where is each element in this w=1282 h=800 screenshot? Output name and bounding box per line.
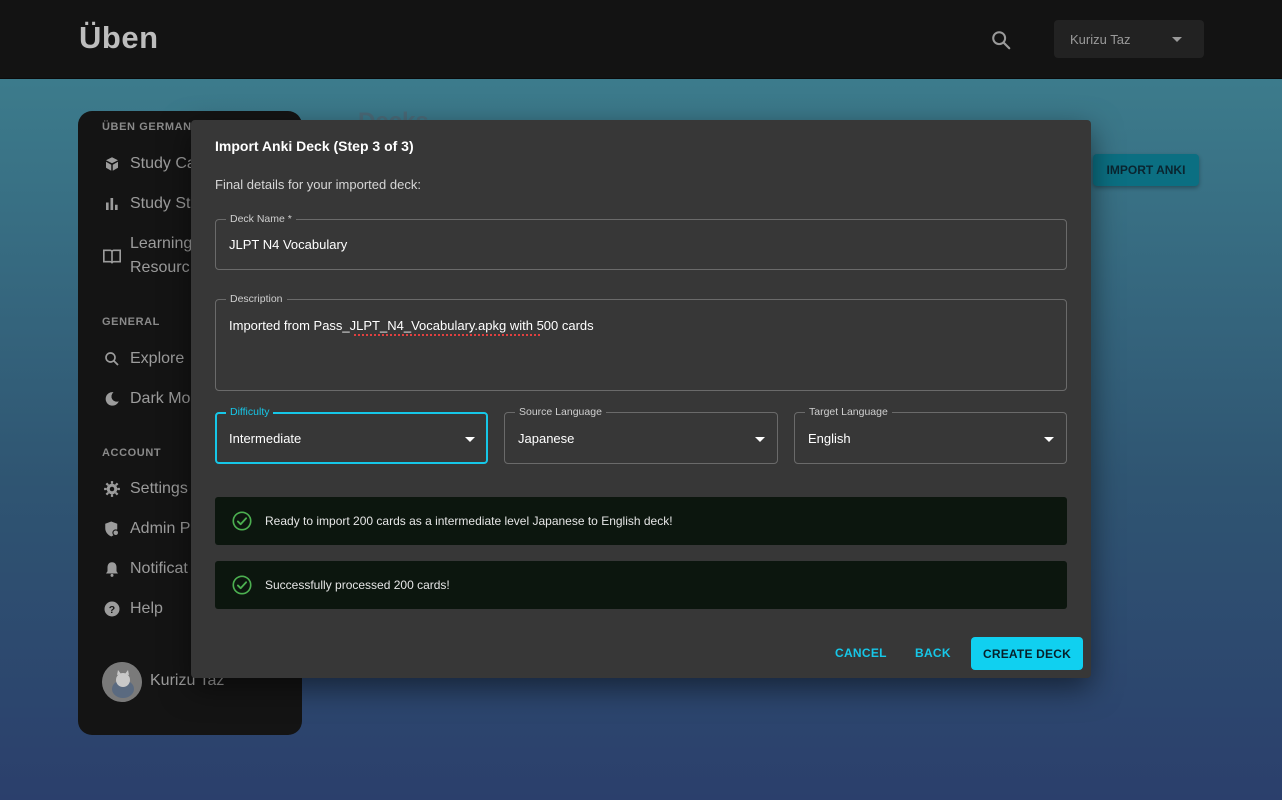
target-language-select[interactable]: Target Language English	[794, 405, 1067, 464]
check-circle-icon	[232, 511, 252, 531]
search-button[interactable]	[988, 27, 1014, 53]
learning-line2: Resourc	[130, 259, 190, 276]
svg-text:?: ?	[109, 604, 115, 616]
sidebar-item-label: Help	[130, 600, 163, 617]
spellcheck-underline	[354, 334, 542, 336]
sidebar-item-label: Notificat	[130, 560, 188, 577]
chevron-down-icon	[465, 437, 475, 442]
import-anki-button[interactable]: IMPORT ANKI	[1093, 154, 1199, 186]
sidebar-item-help[interactable]: ? Help	[102, 599, 163, 619]
description-value: Imported from Pass_JLPT_N4_Vocabulary.ap…	[229, 318, 594, 333]
success-alert: Successfully processed 200 cards!	[215, 561, 1067, 609]
avatar[interactable]	[102, 662, 142, 702]
dialog-title: Import Anki Deck (Step 3 of 3)	[215, 138, 414, 154]
target-language-label: Target Language	[805, 405, 892, 419]
sidebar-item-label: Study St	[130, 195, 191, 212]
dialog-subtitle: Final details for your imported deck:	[215, 177, 421, 192]
learning-line1: Learning	[130, 235, 193, 252]
gear-icon	[102, 479, 122, 499]
admin-shield-icon	[102, 519, 122, 539]
source-language-label: Source Language	[515, 405, 606, 419]
chevron-down-icon	[1172, 37, 1182, 42]
deck-name-field[interactable]: Deck Name * JLPT N4 Vocabulary	[215, 212, 1067, 270]
difficulty-select[interactable]: Difficulty Intermediate	[215, 405, 488, 464]
book-icon	[102, 246, 122, 266]
chevron-down-icon	[755, 437, 765, 442]
chevron-down-icon	[1044, 437, 1054, 442]
back-button[interactable]: BACK	[915, 646, 951, 660]
bar-chart-icon	[102, 194, 122, 214]
target-language-value: English	[808, 431, 851, 446]
sidebar-item-study-cards[interactable]: Study Ca	[102, 154, 196, 174]
sidebar-item-notifications[interactable]: Notificat	[102, 559, 188, 579]
top-app-bar: Üben Kurizu Taz	[0, 0, 1282, 79]
sidebar-item-label: Settings	[130, 480, 188, 497]
sidebar-item-label: Learning Resourc	[130, 232, 192, 280]
sidebar-section-account: ACCOUNT	[102, 447, 162, 459]
bell-icon	[102, 559, 122, 579]
difficulty-value: Intermediate	[229, 431, 302, 446]
check-circle-icon	[232, 575, 252, 595]
source-language-value: Japanese	[518, 431, 575, 446]
help-icon: ?	[102, 599, 122, 619]
description-field[interactable]: Description Imported from Pass_JLPT_N4_V…	[215, 292, 1067, 391]
search-icon	[102, 349, 122, 369]
sidebar-item-label: Study Ca	[130, 155, 196, 172]
sidebar-item-settings[interactable]: Settings	[102, 479, 188, 499]
cancel-button[interactable]: CANCEL	[835, 646, 887, 660]
ready-alert: Ready to import 200 cards as a intermedi…	[215, 497, 1067, 545]
sidebar-item-dark-mode[interactable]: Dark Mo	[102, 389, 190, 409]
success-alert-text: Successfully processed 200 cards!	[265, 578, 450, 592]
sidebar-item-label: Explore	[130, 350, 185, 367]
app-logo[interactable]: Üben	[79, 20, 159, 56]
user-menu-name: Kurizu Taz	[1070, 31, 1131, 47]
create-deck-button[interactable]: CREATE DECK	[971, 637, 1083, 670]
sidebar-item-learning-resources[interactable]: Learning Resourc	[102, 232, 192, 280]
search-icon	[992, 31, 1011, 50]
user-menu-select[interactable]: Kurizu Taz	[1054, 20, 1204, 58]
sidebar-item-explore[interactable]: Explore	[102, 349, 184, 369]
difficulty-label: Difficulty	[226, 405, 274, 419]
sidebar-item-label: Dark Mo	[130, 390, 191, 407]
sidebar-item-admin[interactable]: Admin P	[102, 519, 190, 539]
moon-icon	[102, 389, 122, 409]
sidebar-item-label: Admin P	[130, 520, 191, 537]
ready-alert-text: Ready to import 200 cards as a intermedi…	[265, 514, 673, 528]
deck-name-label: Deck Name *	[226, 212, 296, 226]
sidebar-item-study-stats[interactable]: Study St	[102, 194, 190, 214]
source-language-select[interactable]: Source Language Japanese	[504, 405, 778, 464]
sidebar-section-general: GENERAL	[102, 316, 160, 328]
deck-name-value: JLPT N4 Vocabulary	[229, 237, 348, 252]
cards-icon	[102, 154, 122, 174]
sidebar-section-uben-german: ÜBEN GERMAN	[102, 121, 192, 133]
import-anki-dialog: Import Anki Deck (Step 3 of 3) Final det…	[191, 120, 1091, 678]
description-label: Description	[226, 292, 287, 306]
